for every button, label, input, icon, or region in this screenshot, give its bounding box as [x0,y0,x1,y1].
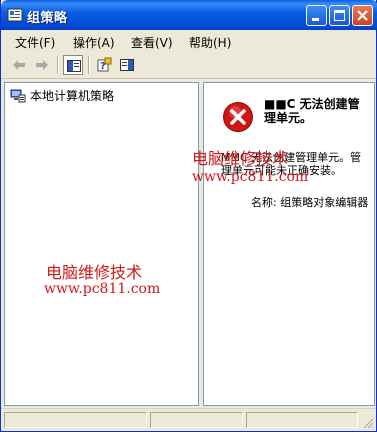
forward-button[interactable] [32,55,52,75]
menu-file[interactable]: 文件(F) [15,34,55,51]
error-snapin-name: 名称: 组策略对象编辑器 [251,196,369,209]
minimize-icon [312,18,319,21]
close-button[interactable] [352,5,373,26]
back-button[interactable] [9,55,29,75]
status-cell [4,412,147,428]
menu-help[interactable]: 帮助(H) [189,34,231,51]
watermark-text: 电脑维修技术 [192,149,289,168]
menu-view[interactable]: 查看(V) [131,34,173,51]
help-button[interactable]: ? [94,55,114,75]
window-title: 组策略 [27,11,68,26]
menu-bar: 文件(F) 操作(A) 查看(V) 帮助(H) [1,30,376,52]
maximize-icon [334,10,345,21]
title-bar[interactable]: 组策略 [1,0,377,30]
watermark-url: www.pc811.com [44,281,161,297]
status-cell [246,412,358,428]
console-tree-icon [67,60,81,72]
error-icon [223,102,253,132]
group-policy-window: 组策略 文件(F) 操作(A) 查看(V) 帮助(H) ? 本地计算机策略 电脑… [0,0,377,432]
resize-grip-icon[interactable] [362,417,374,429]
result-pane: ■■C 无法创建管理单元。 MMC 无法创建管理单元。管理单元可能未正确安装。 … [192,82,375,406]
maximize-button[interactable] [329,5,350,26]
error-title: ■■C 无法创建管理单元。 [264,97,360,125]
forward-arrow-icon [36,60,48,70]
action-pane-icon [120,59,134,71]
tree-item-label: 本地计算机策略 [30,89,115,103]
help-icon: ? [97,57,112,72]
computer-policy-icon [10,89,26,103]
show-hide-console-tree-button[interactable] [63,55,83,75]
show-hide-action-pane-button[interactable] [117,55,137,75]
watermark-text: 电脑维修技术 [46,263,143,282]
group-policy-app-icon [7,8,23,22]
minimize-button[interactable] [306,5,327,26]
close-icon [357,10,368,21]
console-tree-pane[interactable]: 本地计算机策略 电脑维修技术 www.pc811.com [4,82,199,406]
toolbar-separator [57,56,59,74]
back-arrow-icon [13,60,25,70]
watermark-url: www.pc811.com [192,169,309,185]
status-cell [150,412,243,428]
toolbar-separator [88,56,90,74]
menu-action[interactable]: 操作(A) [73,34,115,51]
status-bar [1,408,376,431]
toolbar: ? [1,52,376,79]
